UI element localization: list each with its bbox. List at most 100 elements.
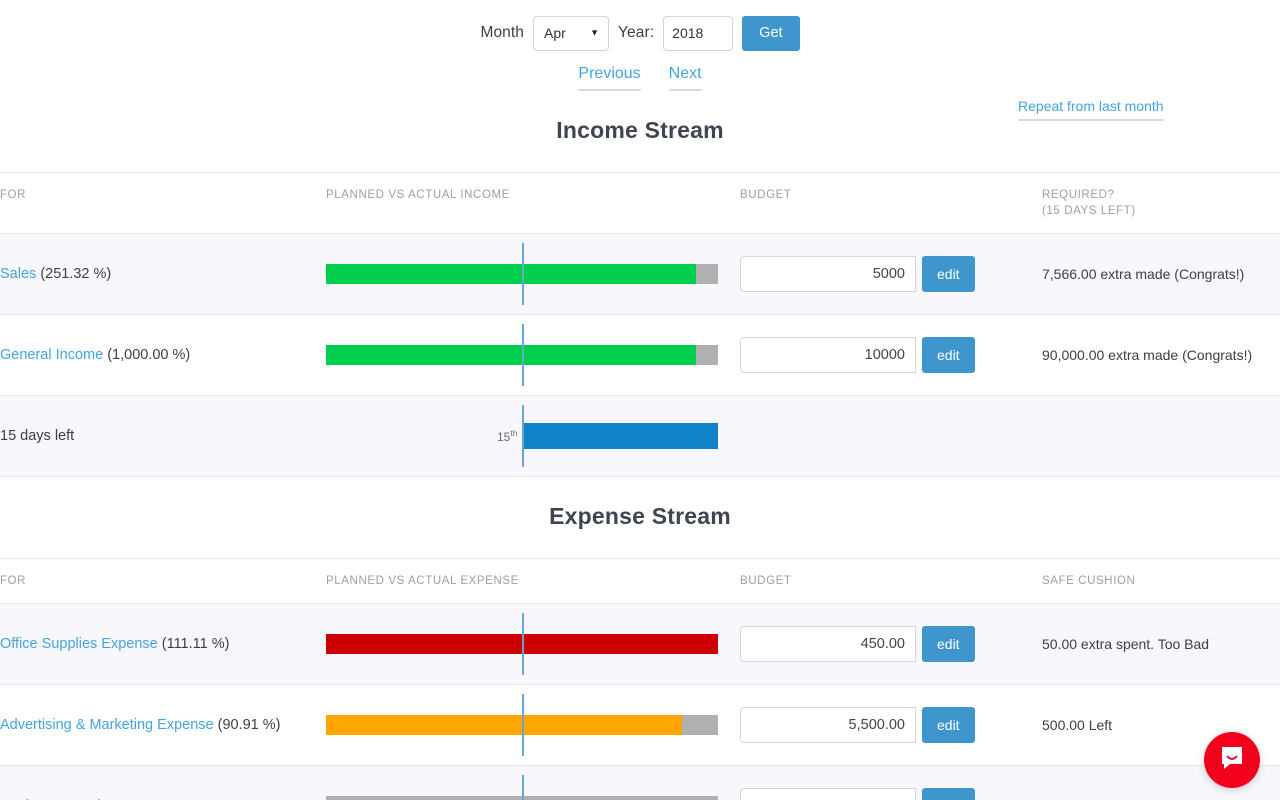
income-row-1-budget: edit bbox=[740, 315, 1042, 396]
budget-cell: edit bbox=[740, 256, 1042, 292]
progress-bar-area bbox=[326, 315, 740, 395]
chat-widget-button[interactable] bbox=[1204, 732, 1260, 788]
edit-button[interactable]: edit bbox=[922, 256, 975, 292]
expense-header-bar: PLANNED VS ACTUAL EXPENSE bbox=[326, 558, 740, 604]
days-left-cell: 15 days left bbox=[0, 396, 326, 477]
expense-row-2-bar bbox=[326, 766, 740, 800]
expense-row-2-budget: edit bbox=[740, 766, 1042, 800]
account-link[interactable]: General Income bbox=[0, 347, 103, 363]
income-header-budget: BUDGET bbox=[740, 172, 1042, 234]
progress-bar-area bbox=[326, 604, 740, 684]
progress-bar-area bbox=[326, 234, 740, 314]
expense-row-0-budget: edit bbox=[740, 604, 1042, 685]
budget-page: Month Apr ▼ Year: Get Previous Next Repe… bbox=[0, 0, 1280, 800]
mid-month-marker bbox=[522, 775, 524, 800]
account-percent: (251.32 %) bbox=[40, 266, 112, 282]
income-row-0-for: Sales (251.32 %) bbox=[0, 234, 326, 315]
mid-month-marker bbox=[522, 613, 524, 675]
table-row: Office Supplies Expense (111.11 %) edit bbox=[0, 603, 1280, 685]
account-percent: (90.91 %) bbox=[217, 717, 281, 733]
year-label: Year: bbox=[618, 24, 655, 41]
budget-input[interactable] bbox=[740, 256, 916, 292]
progress-bar-area bbox=[326, 685, 740, 765]
income-row-0-note: 7,566.00 extra made (Congrats!) bbox=[1042, 266, 1245, 282]
mid-month-marker bbox=[522, 694, 524, 756]
budget-input[interactable] bbox=[740, 788, 916, 800]
expense-row-0-note: 50.00 extra spent. Too Bad bbox=[1042, 636, 1210, 652]
days-left-label: 15 days left bbox=[0, 428, 75, 444]
income-header-bar: PLANNED VS ACTUAL INCOME bbox=[326, 172, 740, 234]
table-row: Sales (251.32 %) edit bbox=[0, 233, 1280, 315]
expense-row-2-for: Bank Fees & Charges bbox=[0, 766, 326, 800]
edit-button[interactable]: edit bbox=[922, 707, 975, 743]
period-controls: Month Apr ▼ Year: Get bbox=[0, 0, 1280, 51]
expense-rows: Office Supplies Expense (111.11 %) edit bbox=[0, 603, 1280, 800]
income-row-0-budget: edit bbox=[740, 234, 1042, 315]
account-percent: (111.11 %) bbox=[161, 636, 230, 652]
budget-input[interactable] bbox=[740, 707, 916, 743]
table-row: Bank Fees & Charges edit bbox=[0, 765, 1280, 800]
mid-month-marker bbox=[522, 243, 524, 305]
income-header-for: FOR bbox=[0, 172, 326, 234]
day-number-label: 15th bbox=[497, 428, 517, 444]
budget-input[interactable] bbox=[740, 337, 916, 373]
account-percent: (1,000.00 %) bbox=[107, 347, 191, 363]
budget-cell: edit bbox=[740, 337, 1042, 373]
income-row-0-bar bbox=[326, 234, 740, 315]
expense-row-1-for: Advertising & Marketing Expense (90.91 %… bbox=[0, 685, 326, 766]
days-left-note-cell bbox=[1042, 396, 1280, 477]
edit-button[interactable]: edit bbox=[922, 788, 975, 800]
mid-month-marker bbox=[522, 324, 524, 386]
budget-cell: edit bbox=[740, 626, 1042, 662]
expense-table: FOR PLANNED VS ACTUAL EXPENSE BUDGET SAF… bbox=[0, 558, 1280, 800]
income-header-required: REQUIRED? (15 DAYS LEFT) bbox=[1042, 172, 1280, 234]
month-select-value: Apr bbox=[544, 25, 566, 41]
budget-cell: edit bbox=[740, 788, 1042, 800]
budget-cell: edit bbox=[740, 707, 1042, 743]
year-input[interactable] bbox=[663, 15, 734, 51]
progress-fill bbox=[326, 715, 683, 735]
month-label: Month bbox=[480, 24, 525, 41]
next-link[interactable]: Next bbox=[668, 65, 702, 91]
repeat-wrapper: Repeat from last month bbox=[1018, 98, 1164, 121]
expense-header-budget: BUDGET bbox=[740, 558, 1042, 604]
expense-header-for: FOR bbox=[0, 558, 326, 604]
days-left-row: 15 days left 15th bbox=[0, 395, 1280, 477]
chat-bubble-smile-icon bbox=[1218, 744, 1246, 777]
edit-button[interactable]: edit bbox=[922, 626, 975, 662]
expense-row-0-for: Office Supplies Expense (111.11 %) bbox=[0, 604, 326, 685]
repeat-from-last-month-link[interactable]: Repeat from last month bbox=[1018, 98, 1164, 121]
income-row-1-bar bbox=[326, 315, 740, 396]
income-table: FOR PLANNED VS ACTUAL INCOME BUDGET REQU… bbox=[0, 172, 1280, 477]
progress-fill bbox=[326, 264, 697, 284]
elapsed-days-bar bbox=[524, 423, 718, 449]
day-number: 15 bbox=[497, 430, 511, 444]
income-header-row: FOR PLANNED VS ACTUAL INCOME BUDGET REQU… bbox=[0, 172, 1280, 234]
days-left-budget-cell bbox=[740, 396, 1042, 477]
account-link[interactable]: Advertising & Marketing Expense bbox=[0, 717, 214, 733]
expense-stream-title: Expense Stream bbox=[549, 503, 731, 529]
income-rows: Sales (251.32 %) edit bbox=[0, 233, 1280, 477]
budget-input[interactable] bbox=[740, 626, 916, 662]
pager: Previous Next bbox=[0, 65, 1280, 91]
day-bar-area: 15th bbox=[326, 396, 740, 476]
table-row: Advertising & Marketing Expense (90.91 %… bbox=[0, 684, 1280, 766]
month-select[interactable]: Apr ▼ bbox=[533, 15, 610, 51]
expense-header-row: FOR PLANNED VS ACTUAL EXPENSE BUDGET SAF… bbox=[0, 558, 1280, 604]
progress-bar-area bbox=[326, 766, 740, 800]
expense-row-0-bar bbox=[326, 604, 740, 685]
expense-header-safe-cushion: SAFE CUSHION bbox=[1042, 558, 1280, 604]
previous-link[interactable]: Previous bbox=[578, 65, 641, 91]
chevron-down-icon: ▼ bbox=[590, 27, 600, 38]
edit-button[interactable]: edit bbox=[922, 337, 975, 373]
table-row: General Income (1,000.00 %) edit bbox=[0, 314, 1280, 396]
income-row-1-for: General Income (1,000.00 %) bbox=[0, 315, 326, 396]
income-row-1-note: 90,000.00 extra made (Congrats!) bbox=[1042, 347, 1253, 363]
account-link[interactable]: Sales bbox=[0, 266, 36, 282]
get-button[interactable]: Get bbox=[742, 15, 800, 51]
day-suffix: th bbox=[510, 428, 518, 438]
progress-fill bbox=[326, 345, 697, 365]
expense-row-1-budget: edit bbox=[740, 685, 1042, 766]
account-link[interactable]: Office Supplies Expense bbox=[0, 636, 158, 652]
days-left-bar-cell: 15th bbox=[326, 396, 740, 477]
